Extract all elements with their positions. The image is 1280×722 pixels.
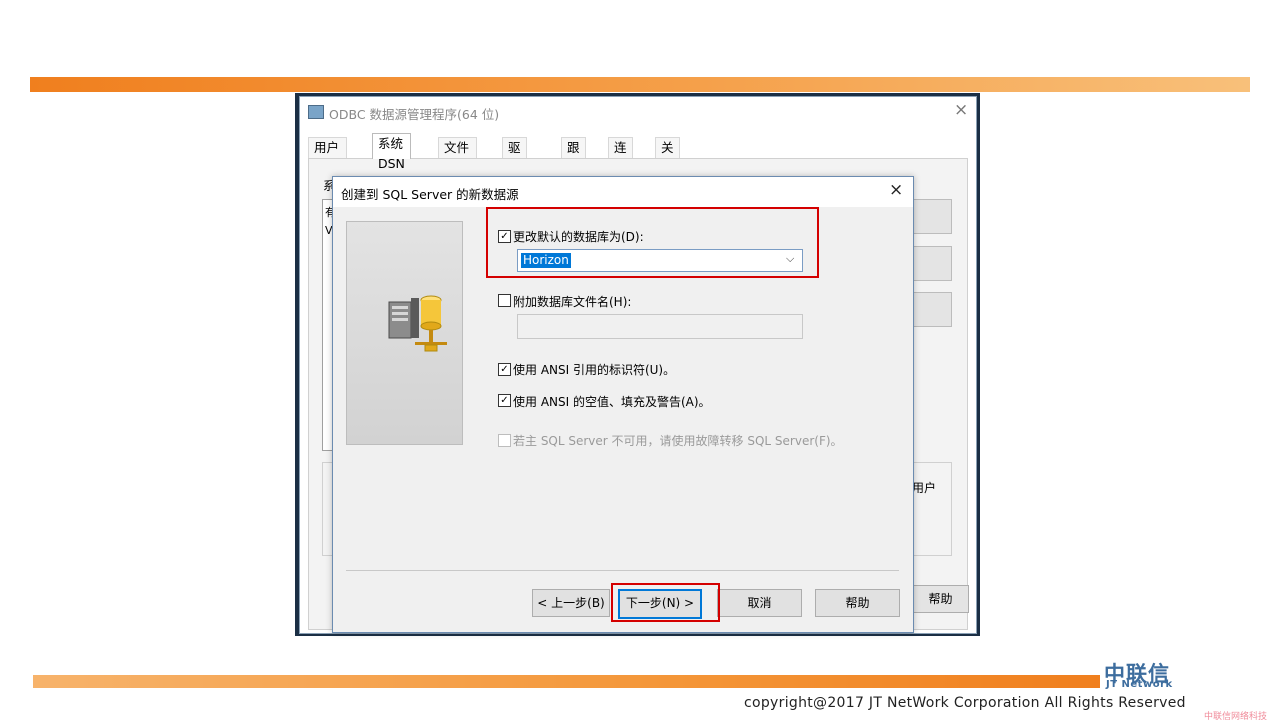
- ansi-nulls-label: 使用 ANSI 的空值、填充及警告(A)。: [513, 395, 711, 409]
- copyright-notice: copyright@2017 JT NetWork Corporation Al…: [744, 695, 1186, 711]
- wizard-title: 创建到 SQL Server 的新数据源: [341, 187, 519, 202]
- tab-user-dsn[interactable]: 用户 DSN: [308, 137, 347, 175]
- wizard-separator: [346, 570, 899, 571]
- failover-checkbox: [498, 434, 511, 447]
- odbc-configure-button[interactable]: [912, 292, 952, 327]
- odbc-close-icon[interactable]: ×: [954, 100, 972, 120]
- company-logo-subtitle: JT Network: [1106, 679, 1173, 690]
- cancel-button[interactable]: 取消: [717, 589, 802, 617]
- database-server-icon: [388, 295, 447, 352]
- tab-connection-pooling[interactable]: 连接池: [608, 137, 633, 195]
- tab-tracing[interactable]: 跟踪: [561, 137, 586, 175]
- help-button[interactable]: 帮助: [815, 589, 900, 617]
- odbc-help-button[interactable]: 帮助: [912, 585, 969, 613]
- odbc-window-title: ODBC 数据源管理程序(64 位): [329, 107, 500, 122]
- odbc-info-fragment: 用户: [912, 481, 937, 495]
- highlight-next-button: [611, 583, 720, 622]
- tab-about[interactable]: 关于: [655, 137, 680, 175]
- back-button[interactable]: < 上一步(B): [532, 589, 610, 617]
- tab-file-dsn[interactable]: 文件 DSN: [438, 137, 477, 175]
- odbc-add-button[interactable]: [912, 199, 952, 234]
- ansi-quoted-identifiers-label: 使用 ANSI 引用的标识符(U)。: [513, 363, 676, 377]
- watermark-text: 中联信网络科技: [1204, 712, 1268, 722]
- attach-db-file-label: 附加数据库文件名(H):: [513, 295, 632, 309]
- ansi-nulls-checkbox[interactable]: ✓: [498, 394, 511, 407]
- tab-drivers[interactable]: 驱动程序: [502, 137, 527, 215]
- failover-label: 若主 SQL Server 不可用，请使用故障转移 SQL Server(F)。: [513, 434, 843, 448]
- odbc-remove-button[interactable]: [912, 246, 952, 281]
- bottom-accent-bar: [33, 675, 1100, 688]
- odbc-titlebar: ODBC 数据源管理程序(64 位) ×: [300, 97, 976, 127]
- attach-db-file-checkbox[interactable]: [498, 294, 511, 307]
- wizard-close-icon[interactable]: ×: [889, 180, 903, 200]
- wizard-titlebar: 创建到 SQL Server 的新数据源 ×: [333, 177, 913, 207]
- top-accent-bar: [30, 77, 1250, 92]
- ansi-quoted-identifiers-checkbox[interactable]: ✓: [498, 363, 511, 376]
- odbc-app-icon: [308, 105, 324, 119]
- attach-db-file-input[interactable]: [517, 314, 803, 339]
- wizard-side-image: [346, 221, 463, 445]
- highlight-default-db: [486, 207, 819, 278]
- tab-system-dsn[interactable]: 系统 DSN: [372, 133, 411, 171]
